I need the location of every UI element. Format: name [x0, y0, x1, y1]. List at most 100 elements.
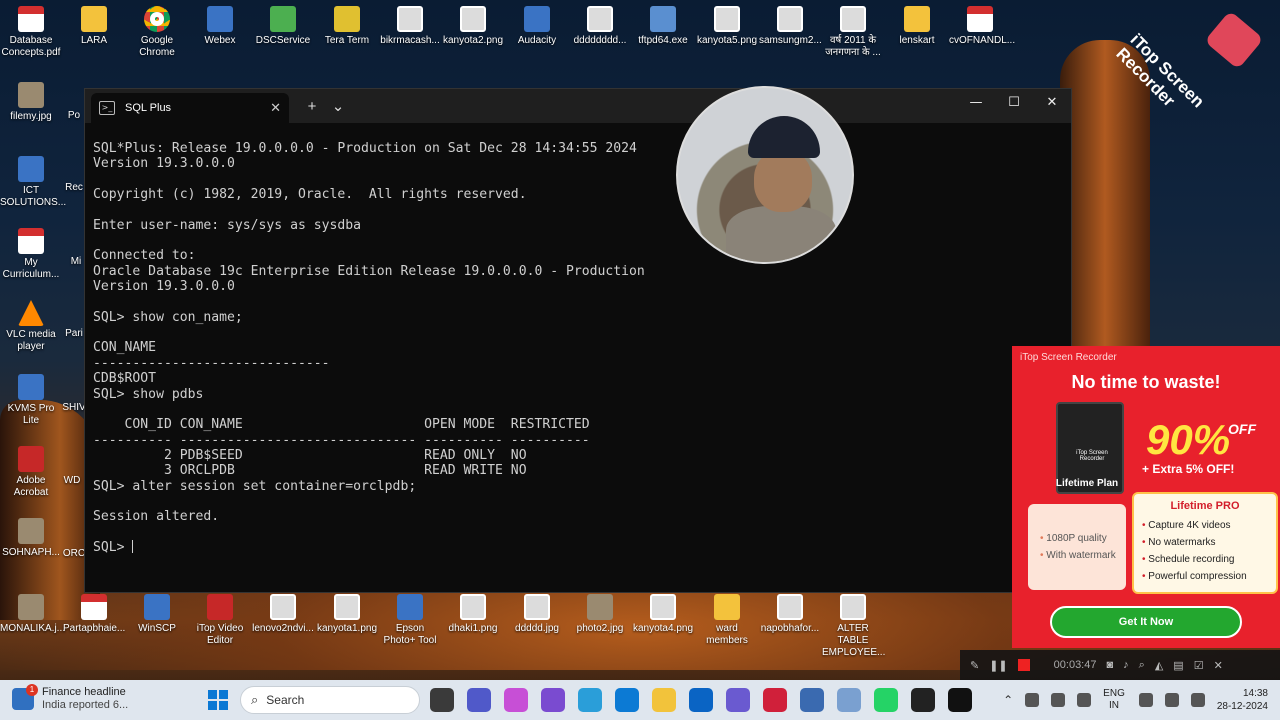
chevron-up-icon[interactable]: ⌃ — [1003, 693, 1013, 707]
chat-icon[interactable]: ▤ — [1173, 659, 1183, 672]
network-app-icon[interactable] — [800, 688, 824, 712]
acrobat-icon — [18, 446, 44, 472]
close-toolbar-icon[interactable]: ✕ — [1214, 659, 1223, 672]
desktop-icon-dscservice[interactable]: DSCService — [252, 6, 314, 47]
console-output[interactable]: SQL*Plus: Release 19.0.0.0.0 - Productio… — [93, 141, 1063, 592]
cloud-icon[interactable] — [1025, 693, 1040, 707]
battery-icon[interactable] — [1190, 693, 1205, 707]
volume-icon[interactable] — [1164, 693, 1179, 707]
desktop-icon-kanyota4[interactable]: kanyota4.png — [632, 594, 694, 635]
tab-sql-plus[interactable]: >_ SQL Plus ✕ — [91, 93, 289, 123]
tab-dropdown-button[interactable]: ⌄ — [325, 97, 351, 115]
desktop-icon-partapbhaie[interactable]: Partapbhaie... — [63, 594, 125, 635]
file-icon — [777, 594, 803, 620]
desktop-icon-dddddddd[interactable]: dddddddd... — [569, 6, 631, 47]
desktop-icon-winscp[interactable]: WinSCP — [126, 594, 188, 635]
desktop-icon-dhaki1[interactable]: dhaki1.png — [442, 594, 504, 635]
desktop-icon-label: Po — [67, 110, 81, 121]
desktop-icon-napobhafor[interactable]: napobhafor... — [759, 594, 821, 635]
desktop-icon-ddddd[interactable]: ddddd.jpg — [506, 594, 568, 635]
desktop-icon-photo2[interactable]: photo2.jpg — [569, 594, 631, 635]
pdf-icon — [18, 228, 44, 254]
desktop-icon-label: SHIV — [62, 402, 86, 413]
edit-icon[interactable]: ☑ — [1194, 659, 1204, 672]
outlook-icon[interactable] — [689, 688, 713, 712]
stop-icon[interactable] — [1017, 659, 1030, 671]
desktop-icon-label: kanyota2.png — [442, 35, 504, 46]
console-prompt-line[interactable]: SQL> — [93, 539, 1063, 555]
desktop-icon-epson[interactable]: Epson Photo+ Tool — [379, 594, 441, 647]
file-explorer-icon[interactable] — [652, 688, 676, 712]
vlc-icon — [18, 300, 44, 326]
pause-icon[interactable]: ❚❚ — [989, 659, 1007, 672]
clock[interactable]: 14:38 28-12-2024 — [1217, 687, 1268, 713]
close-button[interactable]: ✕ — [1033, 89, 1071, 117]
promo-headline: No time to waste! — [1071, 372, 1221, 392]
desktop-icon-sohnaph[interactable]: SOHNAPH... — [0, 518, 62, 559]
desktop-icon-lenovo[interactable]: lenovo2ndvi... — [252, 594, 314, 635]
terminal-icon[interactable] — [948, 688, 972, 712]
desktop-icon-kanyota5[interactable]: kanyota5.png — [696, 6, 758, 47]
maximize-button[interactable]: ☐ — [995, 89, 1033, 117]
desktop-icon-curriculum[interactable]: My Curriculum... — [0, 228, 62, 281]
app-icon[interactable] — [837, 688, 861, 712]
desktop-icon-database-concepts[interactable]: Database Concepts.pdf — [0, 6, 62, 59]
desktop-icon-kanyota2[interactable]: kanyota2.png — [442, 6, 504, 47]
desktop-icon-label: Rec — [65, 182, 83, 193]
minimize-button[interactable]: — — [957, 89, 995, 117]
app-icon[interactable] — [726, 688, 750, 712]
location-icon[interactable] — [1051, 693, 1066, 707]
desktop-icon-kanyota1[interactable]: kanyota1.png — [316, 594, 378, 635]
terminal-window[interactable]: >_ SQL Plus ✕ + ⌄ — ☐ ✕ SQL*Plus: Releas… — [84, 88, 1072, 593]
desktop-icon-lenskart[interactable]: lenskart — [886, 6, 948, 47]
desktop-icon-monalika[interactable]: MONALIKA.j... — [0, 594, 65, 635]
itop-recorder-logo-icon — [1204, 10, 1264, 70]
news-widget[interactable]: 1 Finance headline India reported 6... — [12, 684, 128, 712]
task-view-icon[interactable] — [430, 688, 454, 712]
desktop-icon-filemy[interactable]: filemy.jpg — [0, 82, 62, 123]
itop-recorder-icon[interactable] — [763, 688, 787, 712]
desktop-icon-samsungm2[interactable]: samsungm2... — [759, 6, 822, 47]
folder-icon — [81, 6, 107, 32]
desktop-icon-chrome[interactable]: Google Chrome — [126, 6, 188, 59]
desktop-icon-itop-editor[interactable]: iTop Video Editor — [189, 594, 251, 647]
wifi-icon[interactable] — [1138, 693, 1153, 707]
title-bar[interactable]: >_ SQL Plus ✕ + ⌄ — ☐ ✕ — [85, 89, 1071, 123]
app-icon[interactable] — [541, 688, 565, 712]
desktop-icon-audacity[interactable]: Audacity — [506, 6, 568, 47]
desktop-icon-alter-table[interactable]: ALTER TABLE EMPLOYEE... — [822, 594, 885, 659]
webex-icon[interactable] — [911, 688, 935, 712]
promo-popup[interactable]: iTop Screen Recorder No time to waste! i… — [1012, 346, 1280, 648]
pen-icon[interactable]: ✎ — [970, 659, 979, 672]
desktop-icon-bikrmacash[interactable]: bikrmacash... — [379, 6, 441, 47]
get-it-now-button[interactable]: Get It Now — [1050, 606, 1242, 638]
volume-icon[interactable]: ◭ — [1155, 659, 1163, 672]
desktop-icon-vlc[interactable]: VLC media player — [0, 300, 62, 353]
copilot-icon[interactable] — [504, 688, 528, 712]
desktop-icon-lara[interactable]: LARA — [63, 6, 125, 47]
start-button[interactable] — [208, 690, 228, 710]
camera-icon[interactable]: ◙ — [1106, 659, 1113, 671]
zoom-icon[interactable]: ⌕ — [1139, 659, 1145, 672]
desktop-icon-cvofnandl[interactable]: cvOFNANDL... — [949, 6, 1015, 47]
desktop-icon-teraterm[interactable]: Tera Term — [316, 6, 378, 47]
desktop-icon-acrobat[interactable]: Adobe Acrobat — [0, 446, 62, 499]
search-input[interactable]: ⌕ Search — [240, 686, 420, 714]
desktop-icon-ward-members[interactable]: ward members — [696, 594, 758, 647]
mic-icon[interactable] — [1077, 693, 1092, 707]
mic-icon[interactable]: ♪ — [1123, 659, 1129, 671]
language-indicator[interactable]: ENG IN — [1103, 688, 1125, 712]
desktop-icon-webex[interactable]: Webex — [189, 6, 251, 47]
browser-icon[interactable] — [578, 688, 602, 712]
desktop-icon-tftpd64[interactable]: tftpd64.exe — [632, 6, 694, 47]
teams-icon[interactable] — [467, 688, 491, 712]
tab-close-icon[interactable]: ✕ — [270, 101, 281, 116]
new-tab-button[interactable]: + — [299, 98, 325, 115]
desktop-icon-ict-solutions[interactable]: ICT SOLUTIONS... — [0, 156, 66, 209]
edge-icon[interactable] — [615, 688, 639, 712]
desktop-icon-census[interactable]: वर्ष 2011 के जनगणना के ... — [822, 6, 884, 59]
desktop-icon-label: Mi — [70, 256, 82, 267]
desktop-icon-kvms[interactable]: KVMS Pro Lite — [0, 374, 62, 427]
whatsapp-icon[interactable] — [874, 688, 898, 712]
